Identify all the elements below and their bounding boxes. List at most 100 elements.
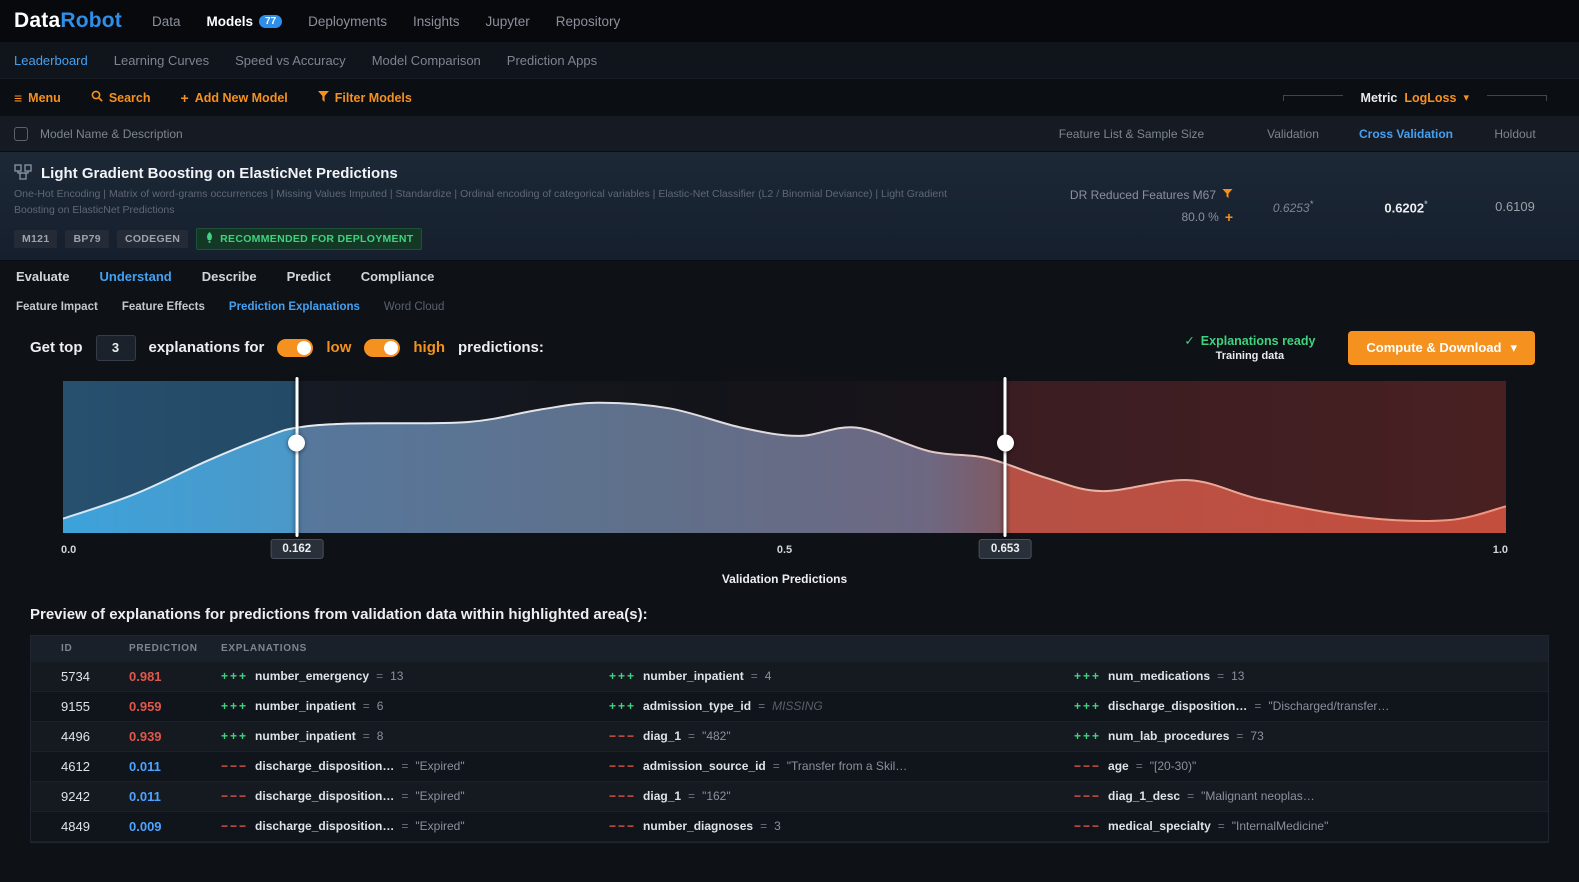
explanation-cell: +++ number_inpatient = 8 (221, 729, 609, 743)
top-nav-bar: DataRobot Data Models 77 Deployments Ins… (0, 0, 1579, 42)
explanation-cell: +++ number_inpatient = 4 (609, 669, 1074, 683)
model-row[interactable]: Light Gradient Boosting on ElasticNet Pr… (0, 152, 1579, 261)
leaderboard-header-row: Model Name & Description Feature List & … (0, 116, 1579, 152)
explanation-feature: admission_source_id (643, 759, 766, 773)
slider-handle-icon[interactable] (996, 434, 1014, 451)
tab-evaluate[interactable]: Evaluate (16, 269, 69, 284)
compute-download-button[interactable]: Compute & Download ▾ (1348, 330, 1535, 365)
metric-selector[interactable]: Metric LogLoss ▾ (1361, 91, 1469, 105)
rocket-icon (205, 231, 214, 246)
table-row[interactable]: 4612 0.011 −−− discharge_disposition… = … (31, 751, 1548, 782)
x-axis-label: Validation Predictions (721, 571, 848, 586)
model-description: One-Hot Encoding | Matrix of word-grams … (14, 188, 947, 216)
explanation-cell: −−− age = "[20-30)" (1074, 759, 1548, 773)
nav-item-repository[interactable]: Repository (556, 14, 621, 29)
row-prediction: 0.939 (129, 728, 162, 744)
explanation-strength-icon: +++ (609, 699, 637, 713)
sample-size-value[interactable]: 80.0 % + (1181, 209, 1233, 225)
subnav-learning-curves[interactable]: Learning Curves (114, 53, 209, 68)
models-count-badge: 77 (259, 14, 283, 28)
subnav-model-comparison[interactable]: Model Comparison (372, 53, 481, 68)
equals-sign: = (401, 759, 409, 773)
nav-item-jupyter[interactable]: Jupyter (485, 14, 529, 29)
low-threshold-value: 0.162 (270, 538, 324, 559)
nav-item-insights[interactable]: Insights (413, 14, 460, 29)
subtab-word-cloud[interactable]: Word Cloud (384, 301, 445, 313)
top-count-input[interactable] (95, 334, 136, 361)
model-detail-tabs: Evaluate Understand Describe Predict Com… (0, 261, 1579, 293)
row-prediction: 0.011 (129, 788, 161, 804)
explanation-feature: admission_type_id (643, 699, 752, 713)
table-row[interactable]: 5734 0.981 +++ number_emergency = 13 +++… (31, 661, 1548, 692)
explanation-cell: +++ num_lab_procedures = 73 (1074, 729, 1548, 743)
tab-compliance[interactable]: Compliance (361, 269, 435, 284)
explanation-strength-icon: −−− (1074, 789, 1102, 803)
explanation-feature: age (1108, 759, 1129, 773)
table-row[interactable]: 9242 0.011 −−− discharge_disposition… = … (31, 781, 1548, 812)
subnav-prediction-apps[interactable]: Prediction Apps (507, 53, 597, 68)
explanation-value: 13 (1231, 669, 1245, 683)
explanations-table-body: 5734 0.981 +++ number_emergency = 13 +++… (31, 661, 1548, 842)
explanation-value: "[20-30)" (1149, 759, 1197, 773)
cross-validation-column-header[interactable]: Cross Validation (1347, 127, 1465, 141)
model-title: Light Gradient Boosting on ElasticNet Pr… (41, 165, 398, 182)
plus-icon: + (180, 89, 189, 106)
explanation-strength-icon: +++ (1074, 729, 1102, 743)
tab-understand[interactable]: Understand (99, 269, 171, 284)
explanations-table-header: ID PREDICTION EXPLANATIONS (31, 635, 1548, 662)
equals-sign: = (688, 729, 696, 743)
explanation-cell: +++ number_emergency = 13 (221, 669, 609, 683)
x-tick-1: 1.0 (1492, 543, 1508, 556)
high-predictions-toggle[interactable] (364, 338, 401, 357)
metric-bracket-left (1282, 94, 1343, 101)
subtab-feature-effects[interactable]: Feature Effects (122, 301, 205, 313)
explanation-strength-icon: −−− (221, 789, 249, 803)
explanation-feature: diag_1 (643, 789, 682, 803)
subtab-prediction-explanations[interactable]: Prediction Explanations (229, 301, 360, 313)
explanation-feature: diag_1 (643, 729, 682, 743)
select-all-checkbox[interactable] (14, 126, 28, 141)
explanation-feature: number_emergency (255, 669, 370, 683)
cross-validation-score: 0.6202* (1384, 198, 1428, 215)
explanation-feature: number_inpatient (255, 699, 356, 713)
table-row[interactable]: 9155 0.959 +++ number_inpatient = 6 +++ … (31, 691, 1548, 722)
explanation-cell: +++ number_inpatient = 6 (221, 699, 609, 713)
sample-size-plus-icon: + (1224, 209, 1233, 226)
density-plot (63, 380, 1506, 533)
slider-handle-icon[interactable] (288, 434, 306, 451)
main-nav: Data Models 77 Deployments Insights Jupy… (152, 14, 620, 29)
low-predictions-toggle[interactable] (277, 338, 314, 357)
validation-column-header[interactable]: Validation (1239, 127, 1347, 141)
feature-list-value[interactable]: DR Reduced Features M67 (1070, 188, 1233, 202)
nav-item-deployments[interactable]: Deployments (308, 14, 387, 29)
high-threshold-slider[interactable] (996, 376, 1014, 537)
filter-models-button[interactable]: Filter Models (317, 90, 412, 105)
nav-item-data[interactable]: Data (152, 14, 181, 29)
table-row[interactable]: 4849 0.009 −−− discharge_disposition… = … (31, 811, 1548, 842)
search-button[interactable]: Search (91, 90, 151, 105)
add-new-model-button[interactable]: + Add New Model (181, 91, 288, 105)
explanations-for-label: explanations for (148, 339, 265, 356)
nav-item-models[interactable]: Models 77 (207, 14, 283, 29)
chart-x-axis: 0.0 0.5 1.0 0.162 0.653 (61, 538, 1508, 567)
menu-icon: ≡ (14, 89, 23, 106)
tab-predict[interactable]: Predict (287, 269, 331, 284)
menu-button[interactable]: ≡ Menu (14, 91, 61, 105)
models-sub-nav: Leaderboard Learning Curves Speed vs Acc… (0, 42, 1579, 79)
explanations-status: ✓ Explanations ready Training data (1184, 333, 1315, 363)
low-threshold-slider[interactable] (288, 376, 306, 537)
subtab-feature-impact[interactable]: Feature Impact (16, 301, 98, 313)
explanations-controls: Get top explanations for low high predic… (0, 321, 1579, 367)
tab-describe[interactable]: Describe (202, 269, 257, 284)
subnav-speed-vs-accuracy[interactable]: Speed vs Accuracy (235, 53, 346, 68)
datarobot-logo[interactable]: DataRobot (14, 9, 122, 33)
metric-bracket-right (1487, 94, 1547, 101)
holdout-column-header[interactable]: Holdout (1465, 127, 1565, 141)
subnav-leaderboard[interactable]: Leaderboard (14, 53, 88, 68)
metric-selector-area: Metric LogLoss ▾ (1282, 91, 1565, 105)
explanation-feature: num_lab_procedures (1108, 729, 1230, 743)
table-row[interactable]: 4496 0.939 +++ number_inpatient = 8 −−− … (31, 721, 1548, 752)
explanation-value: 4 (764, 669, 772, 683)
row-prediction: 0.009 (129, 818, 162, 834)
explanation-strength-icon: +++ (1074, 699, 1102, 713)
